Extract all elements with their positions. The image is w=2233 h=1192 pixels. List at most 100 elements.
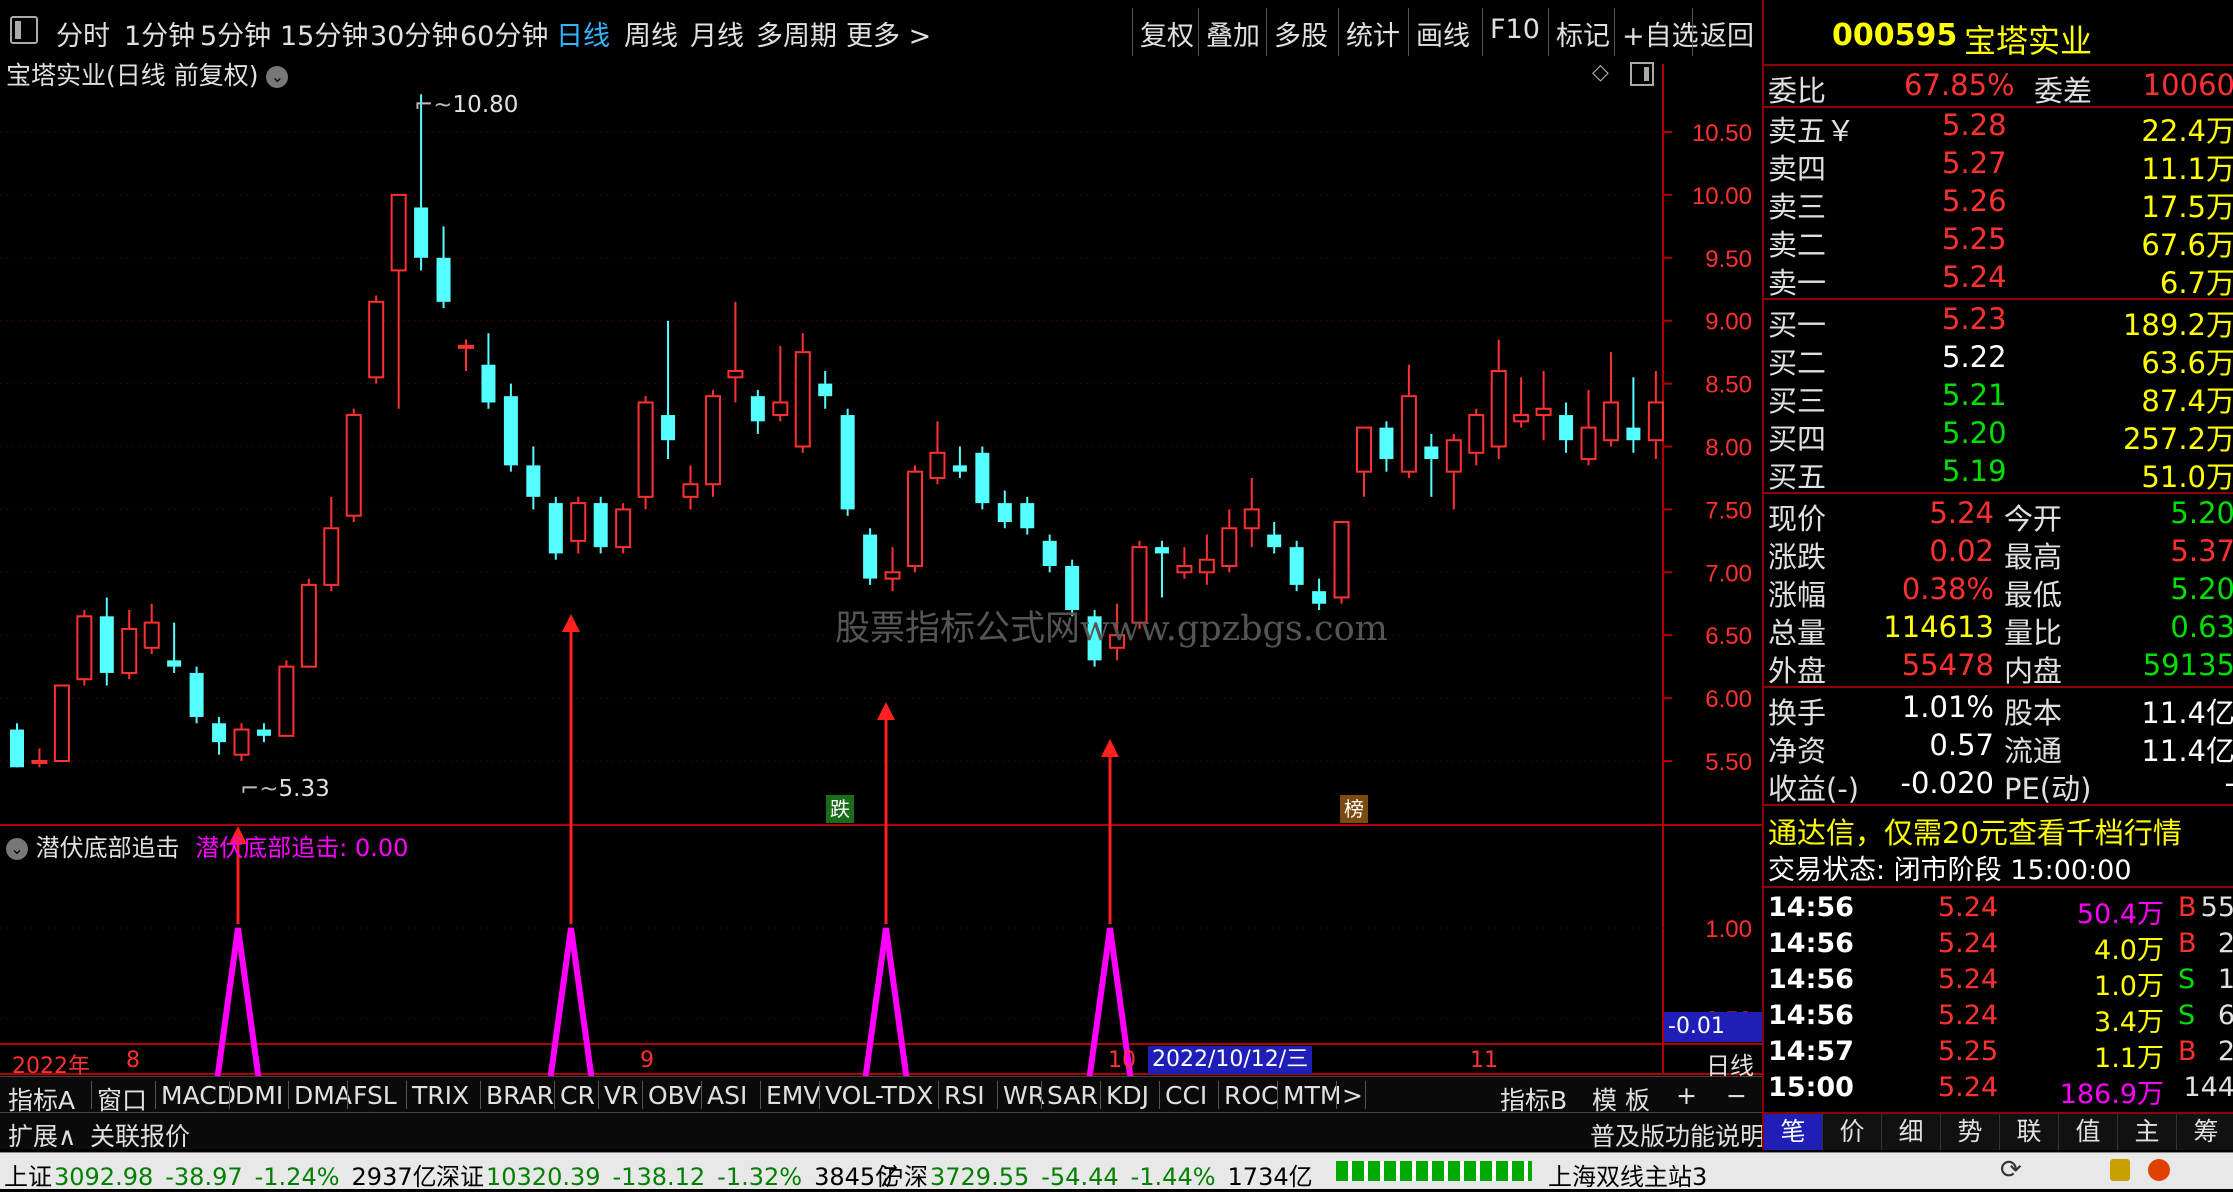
candle-body-down (952, 465, 967, 472)
indicator-tab[interactable]: DMI (235, 1081, 283, 1110)
indicator-tab-right[interactable]: − (1726, 1081, 1747, 1110)
candle-body-up (458, 344, 474, 349)
candle-body-up (1602, 401, 1619, 442)
candle-body-down (818, 383, 833, 397)
index-quote[interactable]: 沪深3729.55 -54.44 -1.44% 1734亿 (880, 1157, 1313, 1192)
indicator-tab[interactable]: WR (1003, 1081, 1045, 1110)
tool-button[interactable]: +自选 (1622, 14, 1699, 53)
status-icon[interactable] (2148, 1159, 2170, 1181)
indicator-tab[interactable]: CR (560, 1081, 595, 1110)
tool-button[interactable]: 返回 (1700, 14, 1754, 53)
lock-icon[interactable] (2110, 1159, 2130, 1181)
chevron-down-icon[interactable]: ⌄ (6, 838, 28, 860)
order-book-row[interactable]: 卖四 5.27 11.1万 (1764, 146, 2233, 186)
low-price-label: ⌐~5.33 (240, 776, 330, 802)
indicator-value: 潜伏底部追击: 0.00 (195, 834, 409, 862)
tool-button[interactable]: 复权 (1140, 14, 1194, 53)
indicator-tab[interactable]: EMV (766, 1081, 820, 1110)
order-book-row[interactable]: 买二 5.22 63.6万 (1764, 340, 2233, 380)
period-tab[interactable]: 15分钟 (280, 14, 368, 53)
order-book-row[interactable]: 买五 5.19 51.0万 (1764, 454, 2233, 494)
indicator-tab[interactable]: ASI (707, 1081, 747, 1110)
candle-body-up (727, 370, 744, 379)
order-book-row[interactable]: 买三 5.21 87.4万 (1764, 378, 2233, 418)
indicator-tab[interactable]: OBV (648, 1081, 701, 1110)
related-quote-button[interactable]: 关联报价 (90, 1117, 190, 1153)
candle-body-up (929, 451, 946, 479)
quote-tab[interactable]: 势 (1941, 1114, 2000, 1150)
list-badge[interactable]: 榜 (1340, 795, 1368, 823)
panel-toggle-icon[interactable] (1630, 62, 1654, 86)
indicator-tab[interactable]: RSI (944, 1081, 985, 1110)
candle-body-up (368, 300, 385, 379)
period-tab[interactable]: 更多 > (846, 14, 931, 53)
order-book-row[interactable]: 卖二 5.25 67.6万 (1764, 222, 2233, 262)
period-tab[interactable]: 60分钟 (460, 14, 548, 53)
indicator-tab[interactable]: > (1342, 1081, 1363, 1110)
diamond-icon[interactable]: ◇ (1592, 60, 1609, 85)
quote-tab[interactable]: 联 (2000, 1114, 2059, 1150)
sidebar-toggle-icon[interactable] (10, 16, 38, 44)
quote-tab[interactable]: 主 (2118, 1114, 2177, 1150)
indicator-tab[interactable]: KDJ (1106, 1081, 1149, 1110)
indicator-title[interactable]: ⌄ 潜伏底部追击 潜伏底部追击: 0.00 (6, 828, 408, 863)
period-tab[interactable]: 多周期 (756, 14, 837, 53)
extend-button[interactable]: 扩展∧ (8, 1117, 76, 1153)
quote-tab[interactable]: 笔 (1764, 1114, 1823, 1150)
quote-tab[interactable]: 值 (2059, 1114, 2118, 1150)
price-axis-label: 9.00 (1705, 309, 1752, 336)
period-tab[interactable]: 日线 (556, 14, 610, 53)
refresh-icon[interactable]: ⟳ (2000, 1155, 2022, 1185)
tool-button[interactable]: 叠加 (1206, 14, 1260, 53)
period-tab[interactable]: 分时 (56, 14, 110, 53)
price-axis-label: 5.50 (1705, 749, 1752, 776)
price-axis-label: 10.00 (1692, 183, 1752, 210)
quote-tab[interactable]: 价 (1823, 1114, 1882, 1150)
help-link[interactable]: 普及版功能说明 (1590, 1117, 1765, 1153)
stat-row: 总量 114613 量比 0.63 (1768, 610, 2233, 650)
indicator-tab-right[interactable]: + (1676, 1081, 1697, 1110)
period-tab[interactable]: 5分钟 (200, 14, 271, 53)
indicator-tab[interactable]: ROC (1224, 1081, 1279, 1110)
tool-button[interactable]: 多股 (1274, 14, 1328, 53)
indicator-tab[interactable]: VR (604, 1081, 638, 1110)
tool-button[interactable]: F10 (1490, 14, 1540, 45)
index-quote[interactable]: 上证3092.98 -38.97 -1.24% 2937亿 (4, 1157, 437, 1192)
quote-tab[interactable]: 细 (1882, 1114, 1941, 1150)
indicator-tab[interactable]: MACD (161, 1081, 236, 1110)
indicator-tab[interactable]: DMA (294, 1081, 352, 1110)
index-quote[interactable]: 深证10320.39 -138.12 -1.32% 3845亿 (436, 1157, 899, 1192)
chevron-down-icon[interactable]: ⌄ (266, 66, 289, 88)
tool-button[interactable]: 标记 (1556, 14, 1610, 53)
tool-button[interactable]: 画线 (1416, 14, 1470, 53)
chart-title-text: 宝塔实业(日线 前复权) (6, 61, 259, 90)
order-book-row[interactable]: 卖三 5.26 17.5万 (1764, 184, 2233, 224)
date-axis-month: 10 (1108, 1048, 1136, 1073)
tool-button[interactable]: 统计 (1346, 14, 1400, 53)
fall-badge[interactable]: 跌 (826, 795, 854, 823)
indicator-tab[interactable]: SAR (1047, 1081, 1098, 1110)
period-tab[interactable]: 1分钟 (124, 14, 195, 53)
order-book-row[interactable]: 买四 5.20 257.2万 (1764, 416, 2233, 456)
candle-body-down (840, 415, 855, 510)
high-price-label: ⌐~10.80 (414, 92, 519, 118)
indicator-tab[interactable]: MTM (1283, 1081, 1341, 1110)
period-tab[interactable]: 30分钟 (370, 14, 458, 53)
market-breadth-bar (1336, 1161, 1532, 1181)
chart-title[interactable]: 宝塔实业(日线 前复权) ⌄ (6, 56, 289, 92)
order-book-row[interactable]: 卖一 5.24 6.7万 (1764, 260, 2233, 300)
candle-body-up (772, 401, 789, 417)
order-book-row[interactable]: 买一 5.23 189.2万 (1764, 302, 2233, 342)
indicator-tab[interactable]: TRIX (412, 1081, 469, 1110)
indicator-tab[interactable]: BRAR (486, 1081, 554, 1110)
indicator-tab[interactable]: FSL (353, 1081, 397, 1110)
server-name[interactable]: 上海双线主站3 (1548, 1157, 1707, 1192)
period-tab[interactable]: 月线 (690, 14, 744, 53)
quote-tab[interactable]: 筹 (2177, 1114, 2233, 1150)
order-book-row[interactable]: 卖五￥ 5.28 22.4万 (1764, 108, 2233, 148)
promo-text[interactable]: 通达信，仅需20元查看千档行情 (1764, 810, 2233, 850)
period-tab[interactable]: 周线 (624, 14, 678, 53)
indicator-tab[interactable]: CCI (1165, 1081, 1207, 1110)
indicator-tab[interactable]: VOL-TDX (825, 1081, 933, 1110)
candle-body-down (975, 452, 990, 504)
